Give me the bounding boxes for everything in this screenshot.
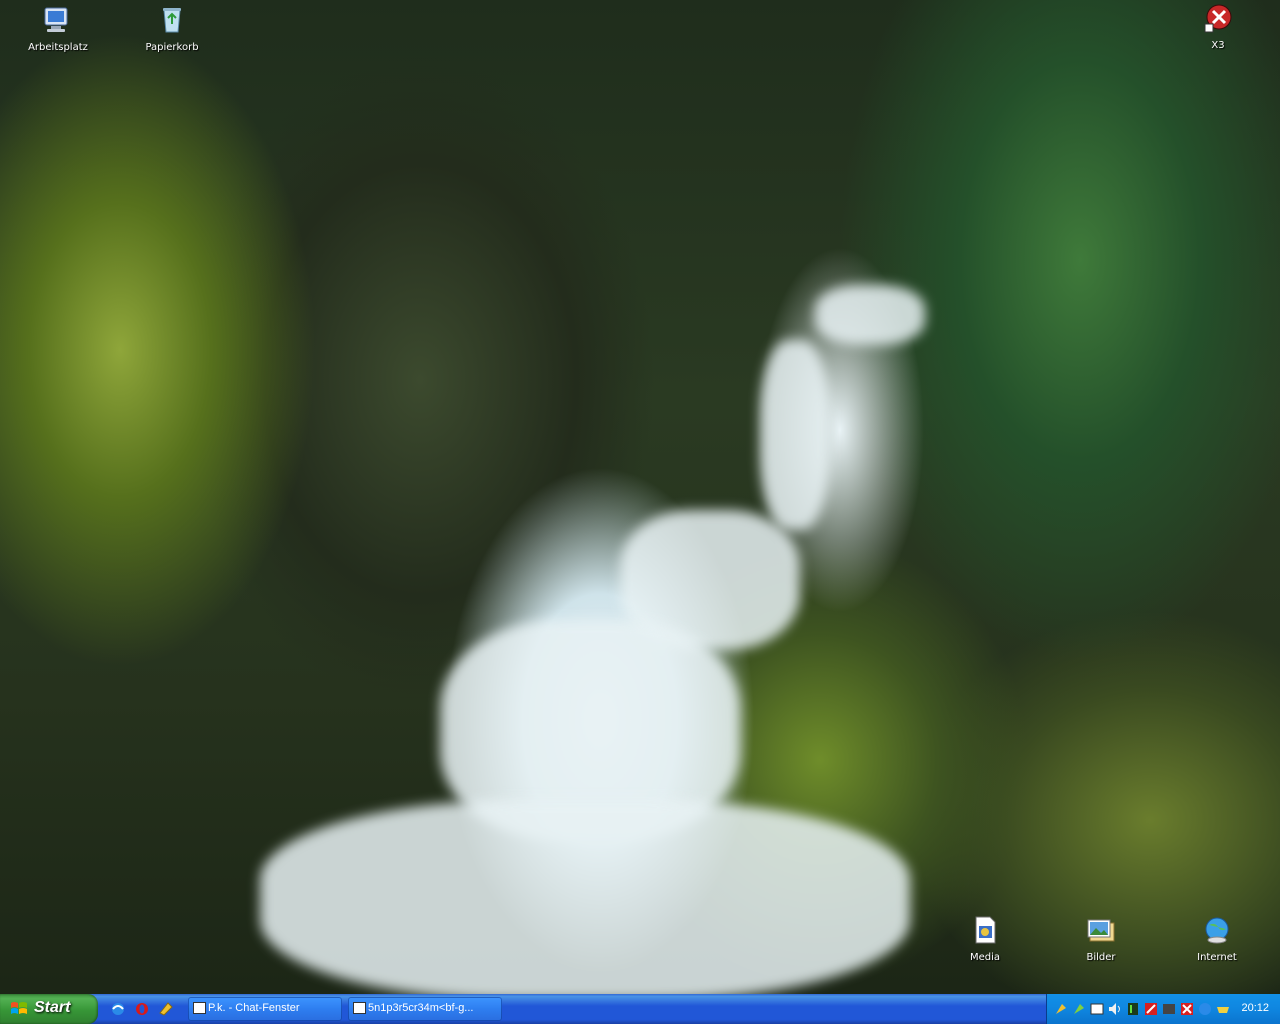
wallpaper-water	[815, 285, 925, 345]
internet-icon	[1205, 917, 1229, 944]
desktop-icon-label: Bilder	[1086, 952, 1116, 963]
quicklaunch-extra-icon[interactable]	[158, 1001, 174, 1017]
window-icon	[193, 1002, 206, 1014]
start-button[interactable]: Start	[0, 994, 98, 1024]
desktop-icon-label: X3	[1211, 40, 1225, 51]
tray-icon-3[interactable]	[1089, 1001, 1105, 1017]
desktop-icon-x3[interactable]: X3	[1182, 2, 1254, 52]
desktop-icon-label: Media	[969, 952, 1001, 963]
tray-icon-6[interactable]	[1143, 1001, 1159, 1017]
desktop-icon-internet[interactable]: Internet	[1181, 914, 1253, 964]
start-label: Start	[34, 999, 71, 1016]
opera-icon[interactable]	[134, 1001, 150, 1017]
task-label: P.k. - Chat-Fenster	[208, 1002, 300, 1014]
wallpaper-water	[760, 340, 830, 530]
my-computer-icon	[44, 7, 68, 32]
recycle-bin-icon	[163, 8, 181, 33]
desktop-icon-label: Arbeitsplatz	[28, 42, 88, 53]
window-icon	[353, 1002, 366, 1014]
tray-icon-7[interactable]	[1161, 1001, 1177, 1017]
taskbar-button-chat[interactable]: P.k. - Chat-Fenster	[188, 997, 342, 1021]
tray-icon-1[interactable]	[1053, 1001, 1069, 1017]
volume-icon[interactable]	[1107, 1001, 1123, 1017]
desktop-icon-label: Internet	[1197, 952, 1237, 963]
desktop-wallpaper: Arbeitsplatz Papierkorb X3 Media Bilder …	[0, 0, 1280, 994]
desktop-icon-my-computer[interactable]: Arbeitsplatz	[22, 4, 94, 54]
clock[interactable]: 20:12	[1241, 1002, 1269, 1014]
desktop-icon-label: Papierkorb	[145, 42, 199, 53]
pictures-icon	[1087, 919, 1115, 942]
desktop-icon-media[interactable]: Media	[949, 914, 1021, 964]
tray-icon-5[interactable]	[1125, 1001, 1141, 1017]
system-tray: 20:12	[1046, 994, 1280, 1024]
tray-icon-8[interactable]	[1179, 1001, 1195, 1017]
tray-icon-2[interactable]	[1071, 1001, 1087, 1017]
desktop-icon-recycle-bin[interactable]: Papierkorb	[136, 4, 208, 54]
x3-icon	[1204, 4, 1232, 33]
task-label: 5n1p3r5cr34m<bf-g...	[368, 1002, 474, 1014]
windows-logo-icon	[11, 1002, 27, 1014]
tray-icon-10[interactable]	[1215, 1001, 1231, 1017]
taskbar-button-snipers[interactable]: 5n1p3r5cr34m<bf-g...	[348, 997, 502, 1021]
media-icon	[975, 916, 996, 944]
tray-icon-9[interactable]	[1197, 1001, 1213, 1017]
ie-icon[interactable]	[110, 1001, 126, 1017]
desktop-icon-pictures[interactable]: Bilder	[1065, 914, 1137, 964]
wallpaper-water	[260, 800, 910, 994]
taskbar: Start P.k. - Chat-Fenster 5n1p3r5cr34m<b…	[0, 994, 1280, 1024]
